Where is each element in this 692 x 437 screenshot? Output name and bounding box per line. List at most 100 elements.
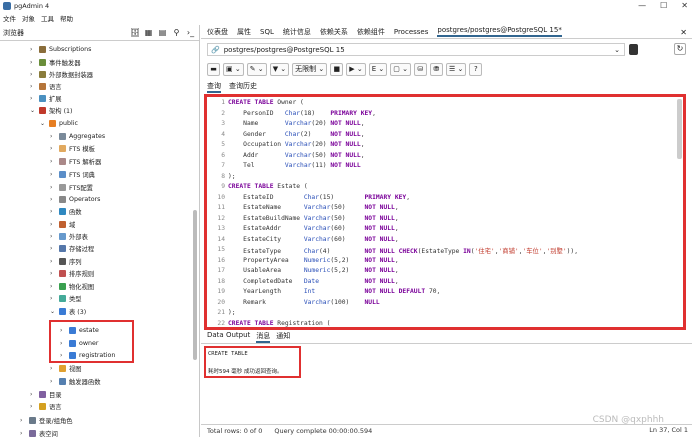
tree-item[interactable]: › 类型: [50, 292, 82, 304]
chevron-right-icon[interactable]: ›: [30, 95, 37, 102]
maximize-button[interactable]: ☐: [660, 1, 667, 10]
chevron-right-icon[interactable]: ›: [30, 403, 37, 410]
code-line[interactable]: Tel Varchar(11) NOT NULL: [228, 162, 361, 169]
chevron-right-icon[interactable]: ›: [50, 258, 57, 265]
code-line[interactable]: PersonID Char(18) PRIMARY KEY,: [228, 110, 376, 117]
code-line[interactable]: EstateBuildName Varchar(50) NOT NULL,: [228, 215, 398, 222]
tree-item[interactable]: › 表空间: [20, 427, 58, 437]
tree-item[interactable]: › FTS配置: [50, 181, 93, 193]
code-line[interactable]: PropertyArea Numeric(5,2) NOT NULL,: [228, 257, 398, 264]
tab-main-0[interactable]: 仪表盘: [207, 27, 228, 37]
tree-item[interactable]: › 目录: [30, 388, 62, 400]
chevron-down-icon[interactable]: ⌄: [30, 107, 37, 114]
menu-object[interactable]: 对象: [22, 13, 35, 23]
menu-file[interactable]: 文件: [3, 13, 16, 23]
code-line[interactable]: UsableArea Numeric(5,2) NOT NULL,: [228, 267, 398, 274]
limit-select[interactable]: 无限制 ⌄: [292, 62, 328, 76]
macros-button[interactable]: ☰ ⌄: [445, 62, 467, 76]
minimize-button[interactable]: —: [638, 1, 646, 10]
chevron-right-icon[interactable]: ›: [50, 171, 57, 178]
chevron-right-icon[interactable]: ›: [30, 391, 37, 398]
tree-item[interactable]: › FTS 解析器: [50, 155, 101, 167]
code-line[interactable]: EstateType Char(4) NOT NULL CHECK(Estate…: [228, 246, 578, 255]
chevron-right-icon[interactable]: ›: [30, 46, 37, 53]
properties-icon[interactable]: ▤: [158, 28, 167, 37]
execute-button[interactable]: ▶ ⌄: [346, 62, 366, 76]
chevron-down-icon[interactable]: ⌄: [50, 308, 57, 315]
code-line[interactable]: CREATE TABLE Estate (: [228, 183, 308, 190]
code-line[interactable]: EstateAddr Varchar(60) NOT NULL,: [228, 225, 398, 232]
tree-item[interactable]: › 外部表: [50, 230, 88, 242]
filter-button[interactable]: ▼ ⌄: [269, 62, 290, 76]
chevron-right-icon[interactable]: ›: [30, 71, 37, 78]
tree-item[interactable]: › 域: [50, 218, 75, 230]
tree-item[interactable]: › 函数: [50, 205, 82, 217]
code-line[interactable]: CREATE TABLE Owner (: [228, 99, 304, 106]
database-icon[interactable]: 🗄: [130, 28, 140, 37]
chevron-right-icon[interactable]: ›: [50, 270, 57, 277]
connection-selector[interactable]: 🔗 postgres/postgres@PostgreSQL 15 ⌄: [207, 43, 625, 56]
tab-main-3[interactable]: 统计信息: [283, 27, 311, 37]
tree-item[interactable]: › 存储过程: [50, 242, 94, 254]
tab-query-history[interactable]: 查询历史: [229, 81, 257, 93]
open-file-button[interactable]: ▬: [207, 62, 220, 76]
chevron-right-icon[interactable]: ›: [20, 430, 27, 437]
chevron-right-icon[interactable]: ›: [50, 245, 57, 252]
tree-item[interactable]: › Subscriptions: [30, 43, 91, 55]
tree-item[interactable]: › 事件触发器: [30, 56, 80, 68]
chevron-right-icon[interactable]: ›: [50, 295, 57, 302]
psql-tool-icon[interactable]: ›_: [186, 28, 195, 37]
tab-main-5[interactable]: 依赖组件: [357, 27, 385, 37]
code-line[interactable]: Gender Char(2) NOT NULL,: [228, 131, 364, 138]
table-view-icon[interactable]: ▦: [144, 28, 153, 37]
tree-item[interactable]: › 登录/组角色: [20, 414, 73, 426]
tree-item[interactable]: ⌄ public: [40, 117, 78, 129]
tree-item[interactable]: › FTS 模板: [50, 142, 95, 154]
tab-main-7[interactable]: postgres/postgres@PostgreSQL 15*: [437, 26, 562, 37]
tree-item[interactable]: › 序列: [50, 255, 82, 267]
stop-button[interactable]: ■: [330, 62, 344, 76]
chevron-right-icon[interactable]: ›: [50, 221, 57, 228]
chevron-right-icon[interactable]: ›: [50, 378, 57, 385]
tab-query[interactable]: 查询: [207, 81, 221, 93]
tree-item[interactable]: › 物化视图: [50, 280, 94, 292]
explain-analyze-button[interactable]: ▢ ⌄: [390, 62, 411, 76]
tree-item[interactable]: › Aggregates: [50, 130, 105, 142]
code-line[interactable]: EstateID Char(15) PRIMARY KEY,: [228, 194, 410, 201]
help-icon[interactable]: ?: [469, 62, 483, 76]
code-line[interactable]: CompletedDate Date NOT NULL,: [228, 278, 398, 285]
chevron-right-icon[interactable]: ›: [50, 208, 57, 215]
code-line[interactable]: );: [228, 173, 236, 180]
chevron-right-icon[interactable]: ›: [50, 233, 57, 240]
tab-main-4[interactable]: 依赖关系: [320, 27, 348, 37]
code-line[interactable]: CREATE TABLE Registration (: [228, 320, 330, 327]
menu-help[interactable]: 帮助: [60, 13, 73, 23]
code-line[interactable]: Remark Varchar(100) NULL: [228, 299, 380, 306]
tab-main-6[interactable]: Processes: [394, 28, 429, 36]
tab-messages[interactable]: 消息: [256, 331, 271, 343]
editor-scrollbar[interactable]: [677, 99, 682, 159]
code-line[interactable]: EstateCity Varchar(60) NOT NULL,: [228, 236, 398, 243]
save-button[interactable]: ▣ ⌄: [223, 62, 244, 76]
code-line[interactable]: Occupation Varchar(20) NOT NULL,: [228, 141, 364, 148]
tree-item[interactable]: › 外部数据封装器: [30, 68, 93, 80]
chevron-right-icon[interactable]: ›: [30, 59, 37, 66]
tree-item[interactable]: ⌄ 架构 (1): [30, 104, 73, 116]
chevron-right-icon[interactable]: ›: [50, 184, 57, 191]
chevron-right-icon[interactable]: ›: [50, 145, 57, 152]
tree-item[interactable]: › 排序规则: [50, 267, 94, 279]
tree-item[interactable]: › 触发器函数: [50, 375, 100, 387]
edit-button[interactable]: ✎ ⌄: [246, 62, 267, 76]
tree-item[interactable]: › FTS 词典: [50, 168, 95, 180]
chevron-right-icon[interactable]: ›: [50, 158, 57, 165]
chevron-right-icon[interactable]: ›: [30, 83, 37, 90]
explain-button[interactable]: E ⌄: [368, 62, 388, 76]
tree-item[interactable]: › 语言: [30, 400, 62, 412]
tree-scrollbar[interactable]: [193, 210, 197, 360]
tree-item[interactable]: › Operators: [50, 193, 100, 205]
chevron-down-icon[interactable]: ⌄: [40, 120, 47, 127]
tab-data-output[interactable]: Data Output: [207, 331, 250, 343]
tree-item[interactable]: › 视图: [50, 362, 82, 374]
chevron-right-icon[interactable]: ›: [20, 417, 27, 424]
code-line[interactable]: Addr Varchar(50) NOT NULL,: [228, 152, 364, 159]
